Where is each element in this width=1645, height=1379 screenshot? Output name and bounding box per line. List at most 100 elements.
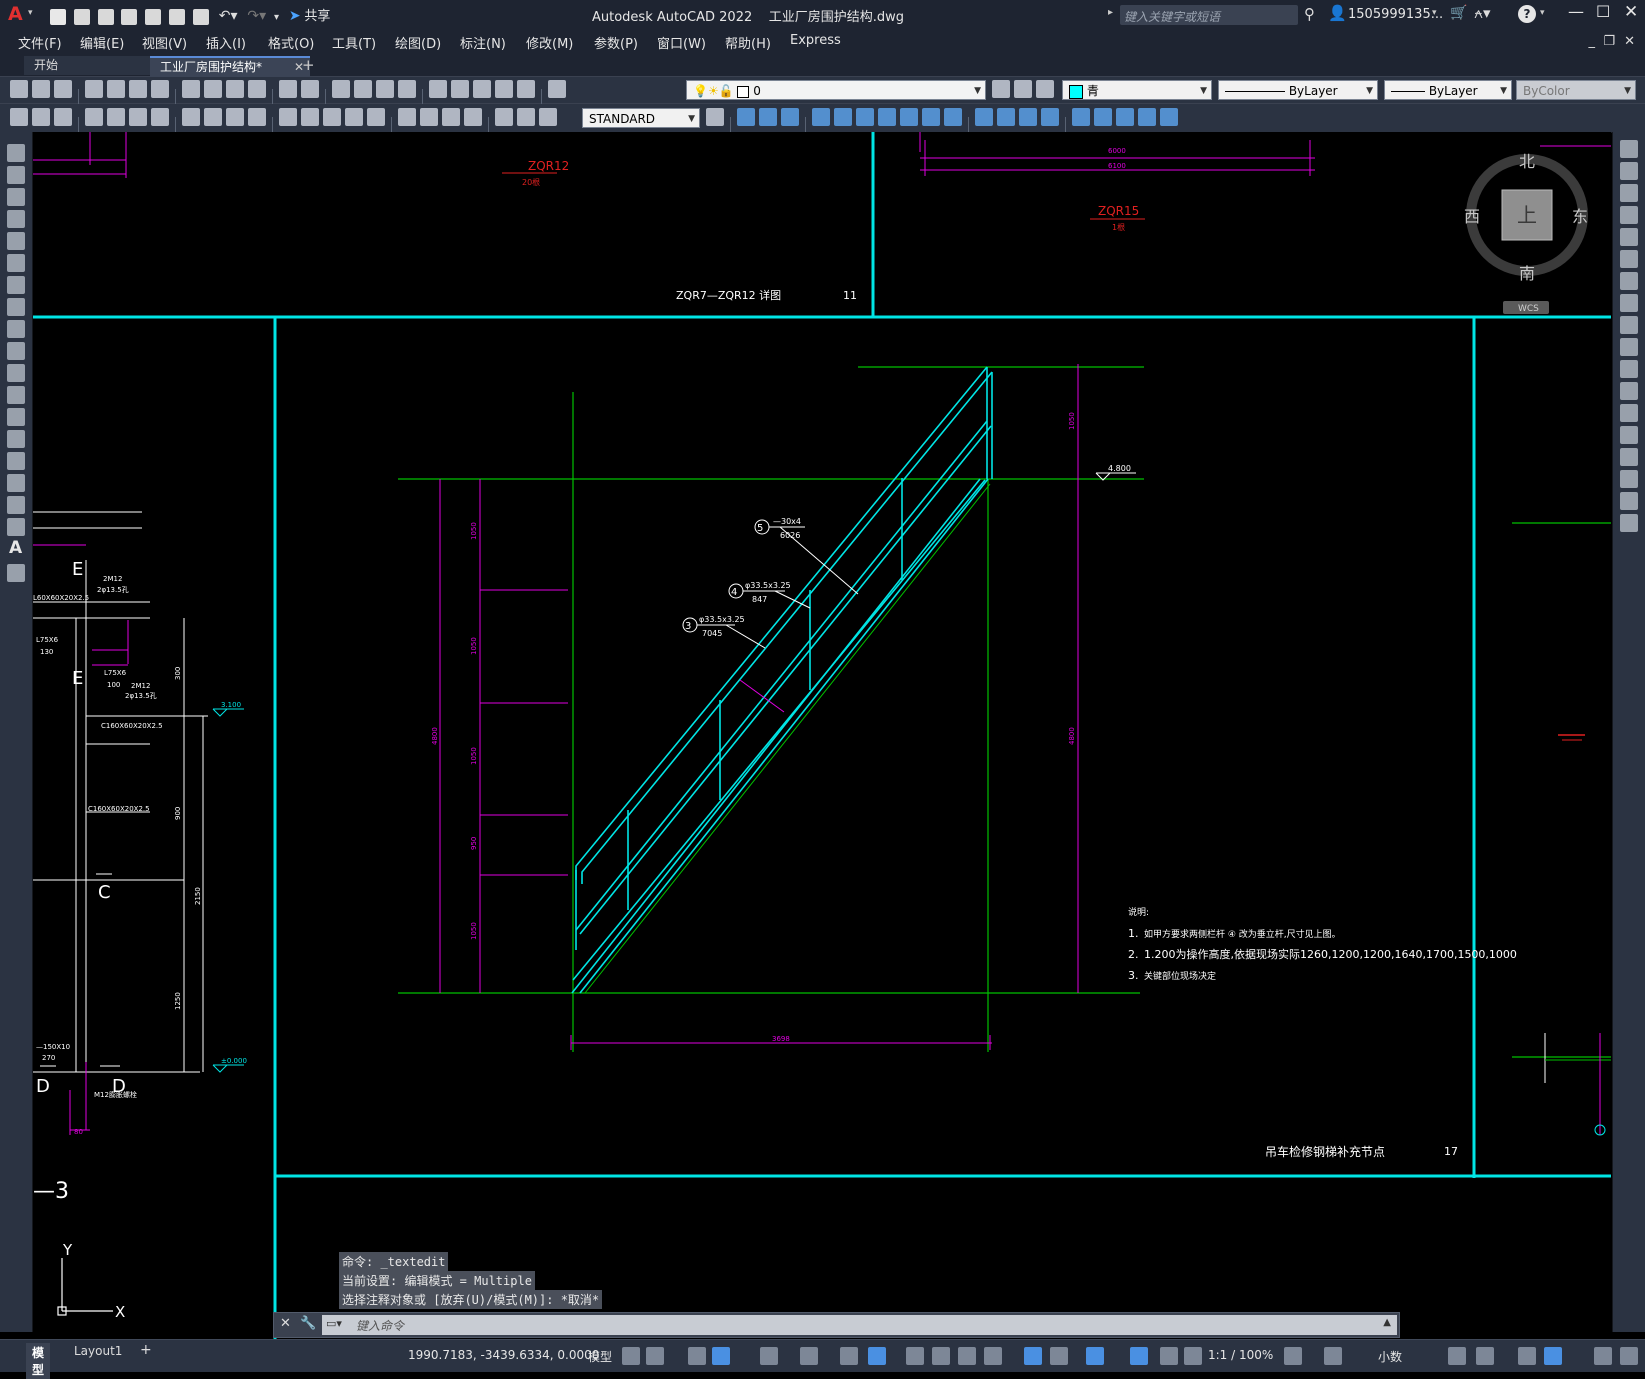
viewcube-north[interactable]: 北 (1519, 152, 1535, 171)
annotation-visibility-icon[interactable] (1130, 1347, 1148, 1365)
erase-icon[interactable] (1620, 140, 1638, 158)
intersect-icon[interactable] (781, 108, 799, 126)
search-icon[interactable]: ⚲ (1304, 5, 1315, 23)
make-block-icon[interactable] (7, 408, 25, 426)
model-space-toggle[interactable]: 模型 (588, 1348, 612, 1365)
layer-current-icon[interactable] (992, 80, 1010, 98)
point-icon[interactable] (7, 430, 25, 448)
fillet-icon[interactable] (1620, 470, 1638, 488)
dim-continue-icon[interactable] (323, 108, 341, 126)
slice-icon[interactable] (1116, 108, 1134, 126)
tab-start[interactable]: 开始 (24, 56, 164, 75)
cut-icon[interactable] (182, 80, 200, 98)
isodraft-icon[interactable] (800, 1347, 818, 1365)
maximize-icon[interactable]: ☐ (1596, 2, 1610, 21)
color-faces-icon[interactable] (975, 108, 993, 126)
gradient-icon[interactable] (7, 474, 25, 492)
pan-icon[interactable] (332, 80, 350, 98)
dimstyle-icon[interactable] (706, 108, 724, 126)
region-icon[interactable] (7, 496, 25, 514)
plot-tool-icon[interactable] (85, 80, 103, 98)
redo-tool-icon[interactable] (301, 80, 319, 98)
copy-faces-icon[interactable] (944, 108, 962, 126)
text-front-icon[interactable] (32, 108, 50, 126)
3dosnap-icon[interactable] (984, 1347, 1002, 1365)
dim-edit-icon[interactable] (495, 108, 513, 126)
textstyle-dropdown[interactable]: STANDARD ▼ (582, 108, 700, 128)
scale-icon[interactable] (1620, 294, 1638, 312)
grid-icon[interactable] (622, 1347, 640, 1365)
tab-add-layout[interactable]: + (140, 1342, 152, 1358)
doc-minimize-icon[interactable]: _ (1589, 34, 1596, 49)
save-file-icon[interactable] (54, 80, 72, 98)
layer-state-icon[interactable] (1036, 80, 1054, 98)
user-name[interactable]: 1505999135... (1348, 7, 1443, 22)
units-dropdown[interactable]: 小数 (1378, 1348, 1402, 1365)
line-icon[interactable] (7, 144, 25, 162)
rotate-faces-icon[interactable] (900, 108, 918, 126)
autodesk-app-icon[interactable]: ⍲▾ (1474, 4, 1491, 22)
extend-icon[interactable] (1620, 360, 1638, 378)
menu-tools[interactable]: 工具(T) (332, 33, 376, 52)
menu-express[interactable]: Express (790, 33, 841, 48)
delete-faces-icon[interactable] (878, 108, 896, 126)
move-faces-icon[interactable] (834, 108, 852, 126)
annotation-scale-icon[interactable] (1184, 1347, 1202, 1365)
dim-aligned-icon[interactable] (107, 108, 125, 126)
mtext-icon[interactable]: A (9, 538, 22, 558)
rectangle-icon[interactable] (7, 232, 25, 250)
blend-icon[interactable] (1620, 492, 1638, 510)
otrack-icon[interactable] (840, 1347, 858, 1365)
arc-icon[interactable] (7, 254, 25, 272)
menu-edit[interactable]: 编辑(E) (80, 33, 124, 52)
lineweight-icon[interactable] (906, 1347, 924, 1365)
customization-icon[interactable] (1620, 1347, 1638, 1365)
menu-insert[interactable]: 插入(I) (206, 33, 246, 52)
layer-dropdown[interactable]: 💡☀🔓 0 ▼ (686, 80, 986, 100)
dim-update-icon[interactable] (539, 108, 557, 126)
plot3d-icon[interactable] (129, 80, 147, 98)
open-file-icon[interactable] (32, 80, 50, 98)
help-tool-icon[interactable] (548, 80, 566, 98)
viewcube[interactable]: 上 北 南 东 西 WCS (1464, 152, 1588, 314)
construction-line-icon[interactable] (7, 166, 25, 184)
subtract-icon[interactable] (759, 108, 777, 126)
print-icon[interactable] (192, 8, 209, 25)
center-mark-icon[interactable] (420, 108, 438, 126)
new-tab-button[interactable]: + (302, 56, 315, 74)
saveas-icon[interactable] (121, 8, 138, 25)
shell-icon[interactable] (1072, 108, 1090, 126)
sheetset-icon[interactable] (495, 80, 513, 98)
jogged-linear-icon[interactable] (464, 108, 482, 126)
dim-space-icon[interactable] (345, 108, 363, 126)
user-icon[interactable]: 👤 (1328, 4, 1347, 22)
break-icon[interactable] (1620, 404, 1638, 422)
taper-faces-icon[interactable] (922, 108, 940, 126)
dim-linear-icon[interactable] (85, 108, 103, 126)
zoom-realtime-icon[interactable] (354, 80, 372, 98)
search-input[interactable]: 键入关键字或短语 (1120, 5, 1298, 25)
section-icon[interactable] (1138, 108, 1156, 126)
zoom-previous-icon[interactable] (398, 80, 416, 98)
new-icon[interactable] (50, 8, 66, 25)
circle-icon[interactable] (7, 276, 25, 294)
polar-icon[interactable] (760, 1347, 778, 1365)
dim-radius-icon[interactable] (182, 108, 200, 126)
save-icon[interactable] (97, 8, 114, 25)
chamfer-icon[interactable] (1620, 448, 1638, 466)
break-point-icon[interactable] (1620, 382, 1638, 400)
tab-layout1[interactable]: Layout1 (74, 1344, 122, 1358)
doc-restore-icon[interactable]: ❐ (1603, 34, 1615, 49)
polyline-icon[interactable] (7, 188, 25, 206)
menu-view[interactable]: 视图(V) (142, 33, 187, 52)
dim-ordinate-icon[interactable] (151, 108, 169, 126)
layer-previous-icon[interactable] (1014, 80, 1032, 98)
command-input[interactable]: ▭▾ 键入命令 ▲ (322, 1315, 1397, 1335)
autocad-logo[interactable]: A (8, 3, 23, 25)
hatch-back-icon[interactable] (54, 108, 72, 126)
osnap-icon[interactable] (868, 1347, 886, 1365)
mirror-icon[interactable] (1620, 184, 1638, 202)
isolate-objects-icon[interactable] (1518, 1347, 1536, 1365)
dynamic-ucs-icon[interactable] (1024, 1347, 1042, 1365)
ortho-icon[interactable] (712, 1347, 730, 1365)
